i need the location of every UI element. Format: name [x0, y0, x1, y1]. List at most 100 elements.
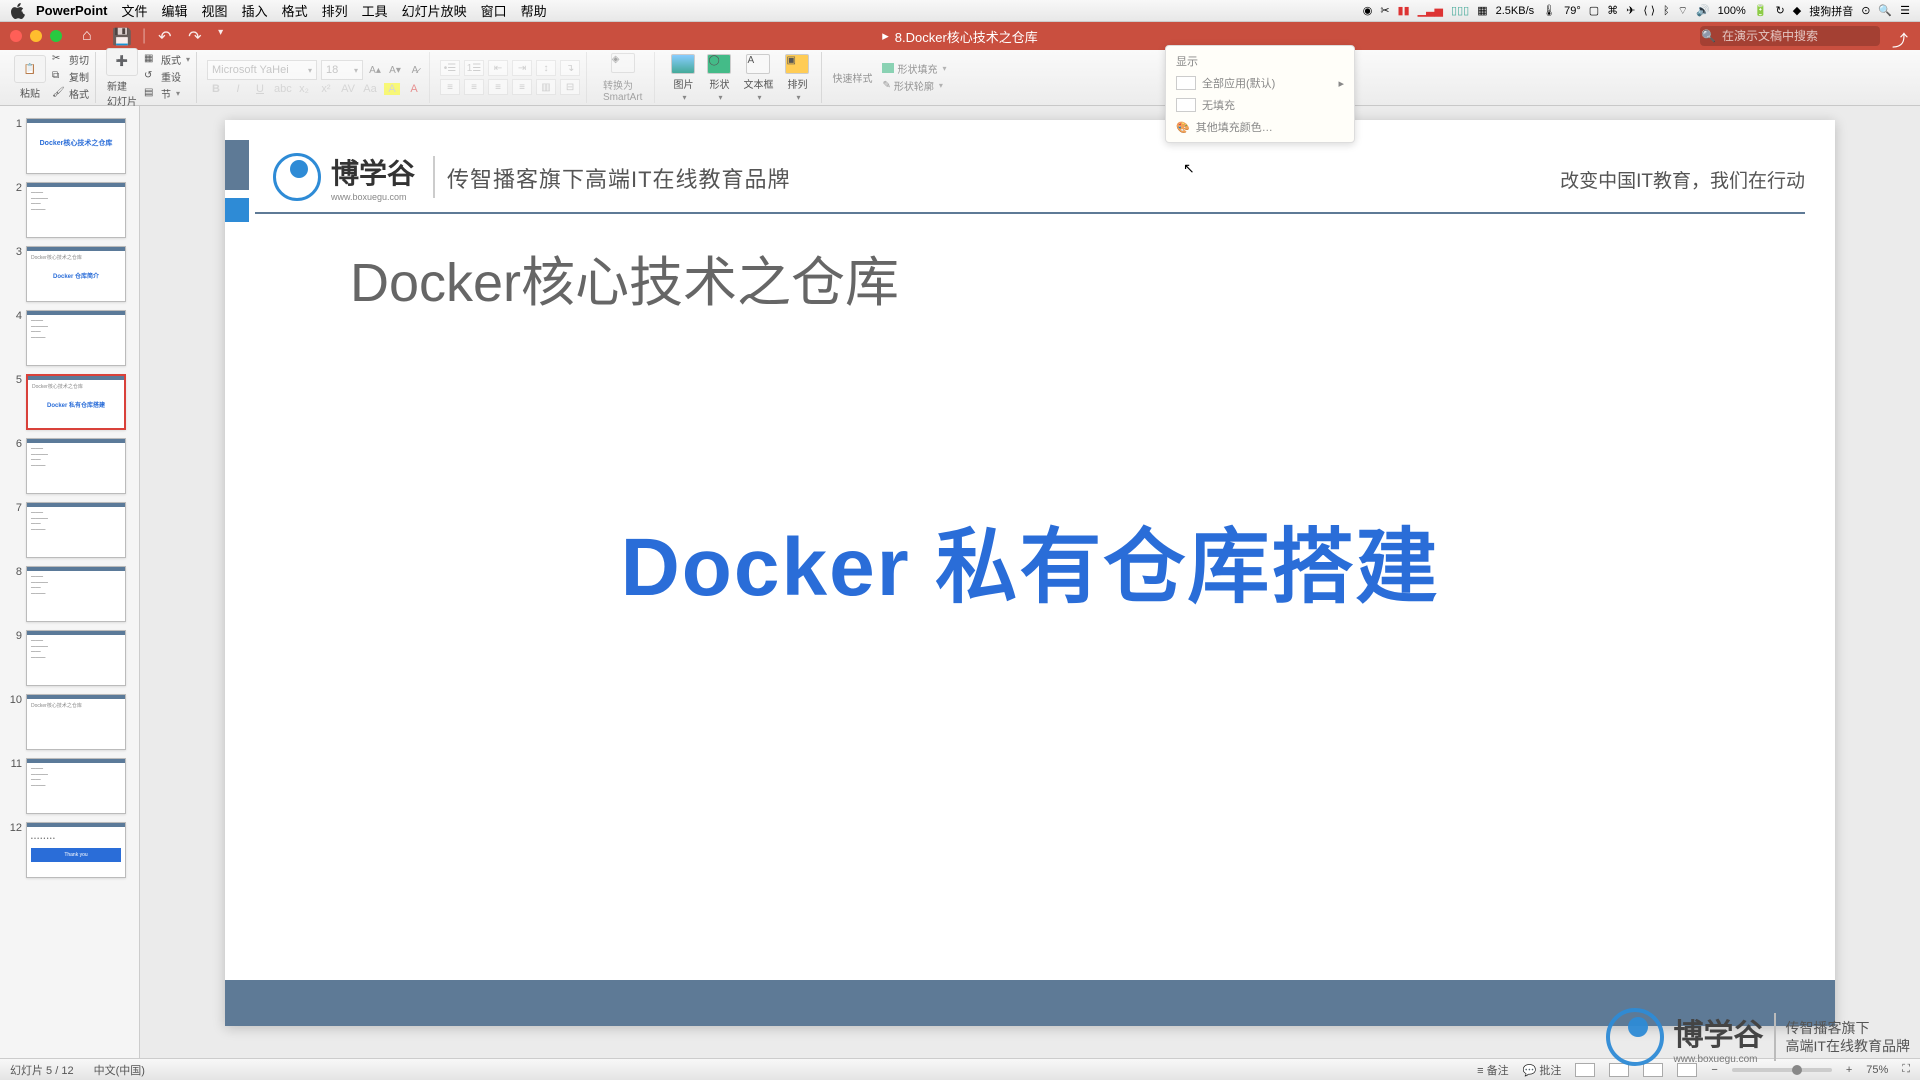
app-name[interactable]: PowerPoint — [36, 3, 108, 18]
thumb-preview[interactable]: ━━━━━━━━━━━━━━━━━━━━━━ — [26, 630, 126, 686]
text-direction-button[interactable]: ↴ — [560, 60, 580, 76]
bold-button[interactable]: B — [208, 83, 224, 95]
popup-item[interactable]: 显示 — [1170, 50, 1350, 72]
language-indicator[interactable]: 中文(中国) — [94, 1062, 145, 1078]
thumb-preview[interactable]: ━━━━━━━━━━━━━━━━━━━━━━ — [26, 182, 126, 238]
scissors-icon[interactable]: ✂ — [1380, 4, 1389, 17]
reset-button[interactable]: ↺重设 — [144, 69, 190, 84]
picture-button[interactable]: 图片▾ — [665, 54, 701, 102]
normal-view-button[interactable] — [1575, 1063, 1595, 1077]
volume-icon[interactable]: 🔊 — [1696, 4, 1710, 17]
thumb-preview[interactable]: Docker核心技术之仓库 — [26, 694, 126, 750]
bars-icon[interactable]: ▯▯▯ — [1451, 4, 1469, 17]
thumbnail-item[interactable]: 9━━━━━━━━━━━━━━━━━━━━━━ — [0, 626, 139, 690]
user-icon[interactable]: ⊙ — [1861, 4, 1870, 17]
font-color-button[interactable]: A — [406, 83, 422, 95]
highlight-button[interactable]: A — [384, 83, 400, 95]
layout-button[interactable]: ▦版式▾ — [144, 52, 190, 67]
align-text-button[interactable]: ⊟ — [560, 79, 580, 95]
slide-thumbnails[interactable]: 1Docker核心技术之仓库2━━━━━━━━━━━━━━━━━━━━━━3Do… — [0, 106, 140, 1058]
thumbnail-item[interactable]: 8━━━━━━━━━━━━━━━━━━━━━━ — [0, 562, 139, 626]
temp-icon[interactable]: 🌡 — [1542, 4, 1556, 17]
shapes-button[interactable]: ◯形状▾ — [701, 54, 737, 102]
line-spacing-button[interactable]: ↕ — [536, 60, 556, 76]
textbox-button[interactable]: A文本框▾ — [737, 54, 779, 102]
quick-style-button[interactable]: 快速样式 — [832, 70, 872, 85]
sup-button[interactable]: x² — [318, 83, 334, 95]
case-button[interactable]: Aa — [362, 83, 378, 95]
thumb-preview[interactable]: • • • • • • • •Thank you — [26, 822, 126, 878]
thumb-preview[interactable]: ━━━━━━━━━━━━━━━━━━━━━━ — [26, 566, 126, 622]
thumbnail-item[interactable]: 1Docker核心技术之仓库 — [0, 114, 139, 178]
menu-edit[interactable]: 编辑 — [162, 1, 188, 20]
align-center-button[interactable]: ≡ — [464, 79, 484, 95]
obs-icon[interactable]: ◉ — [1363, 4, 1373, 17]
code-icon[interactable]: ⟨ ⟩ — [1643, 4, 1655, 17]
decrease-font-button[interactable]: A▾ — [387, 65, 403, 76]
bluetooth-icon[interactable]: ᛒ — [1663, 5, 1670, 17]
menu-format[interactable]: 格式 — [282, 1, 308, 20]
spacing-button[interactable]: AV — [340, 83, 356, 95]
menu-arrange[interactable]: 排列 — [322, 1, 348, 20]
thumb-preview[interactable]: Docker核心技术之仓库Docker 仓库简介 — [26, 246, 126, 302]
sub-button[interactable]: x₂ — [296, 83, 312, 95]
share-icon[interactable]: ⤴ — [1892, 27, 1910, 45]
search-input[interactable] — [1700, 26, 1880, 46]
thumb-preview[interactable]: Docker核心技术之仓库 — [26, 118, 126, 174]
italic-button[interactable]: I — [230, 83, 246, 95]
slide-canvas[interactable]: 博学谷 www.boxuegu.com 传智播客旗下高端IT在线教育品牌 改变中… — [140, 106, 1920, 1058]
menu-insert[interactable]: 插入 — [242, 1, 268, 20]
close-button[interactable] — [10, 30, 22, 42]
thumbnail-item[interactable]: 6━━━━━━━━━━━━━━━━━━━━━━ — [0, 434, 139, 498]
thumb-preview[interactable]: Docker核心技术之仓库Docker 私有仓库搭建 — [26, 374, 126, 430]
section-button[interactable]: ▤节▾ — [144, 86, 190, 101]
clear-format-button[interactable]: A̷ — [407, 65, 423, 76]
bullets-button[interactable]: •☰ — [440, 60, 460, 76]
plane-icon[interactable]: ✈ — [1626, 4, 1635, 17]
thumbnail-item[interactable]: 5Docker核心技术之仓库Docker 私有仓库搭建 — [0, 370, 139, 434]
smartart-button[interactable]: ◈ 转换为 SmartArt — [597, 53, 648, 103]
thumbnail-item[interactable]: 2━━━━━━━━━━━━━━━━━━━━━━ — [0, 178, 139, 242]
redo-icon[interactable]: ↷ — [188, 27, 206, 45]
popup-item[interactable]: 无填充 — [1170, 94, 1350, 116]
minimize-button[interactable] — [30, 30, 42, 42]
chip-icon[interactable]: ▦ — [1477, 4, 1487, 17]
font-selector[interactable]: Microsoft YaHei▾ — [207, 60, 317, 80]
shape-outline-button[interactable]: ✎形状轮廓▾ — [882, 78, 946, 93]
save-icon[interactable]: 💾 — [112, 27, 130, 45]
menu-file[interactable]: 文件 — [122, 1, 148, 20]
record-icon[interactable]: ▮▮ — [1398, 4, 1410, 17]
notes-button[interactable]: ≡ 备注 — [1477, 1062, 1508, 1078]
strike-button[interactable]: abc — [274, 83, 290, 95]
sync-icon[interactable]: ↻ — [1776, 4, 1785, 17]
display-icon[interactable]: ▢ — [1589, 4, 1599, 17]
spotlight-icon[interactable]: 🔍 — [1878, 4, 1892, 17]
size-selector[interactable]: 18▾ — [321, 60, 363, 80]
qa-dropdown-icon[interactable]: ▾ — [218, 27, 236, 45]
comments-button[interactable]: 💬 批注 — [1523, 1062, 1562, 1078]
thumb-preview[interactable]: ━━━━━━━━━━━━━━━━━━━━━━ — [26, 438, 126, 494]
undo-icon[interactable]: ↶ — [158, 27, 176, 45]
thumbnail-item[interactable]: 10Docker核心技术之仓库 — [0, 690, 139, 754]
cut-button[interactable]: ✂剪切 — [52, 52, 89, 67]
thumbnail-item[interactable]: 7━━━━━━━━━━━━━━━━━━━━━━ — [0, 498, 139, 562]
home-icon[interactable]: ⌂ — [82, 27, 100, 45]
numbering-button[interactable]: 1☰ — [464, 60, 484, 76]
increase-font-button[interactable]: A▴ — [367, 65, 383, 76]
thumbnail-item[interactable]: 11━━━━━━━━━━━━━━━━━━━━━━ — [0, 754, 139, 818]
thumbnail-item[interactable]: 4━━━━━━━━━━━━━━━━━━━━━━ — [0, 306, 139, 370]
thumbnail-item[interactable]: 12• • • • • • • •Thank you — [0, 818, 139, 882]
menu-slideshow[interactable]: 幻灯片放映 — [402, 1, 467, 20]
menu-view[interactable]: 视图 — [202, 1, 228, 20]
new-slide-button[interactable]: ➕ — [106, 48, 138, 76]
justify-button[interactable]: ≡ — [512, 79, 532, 95]
wifi-icon[interactable]: ⌔ — [1678, 4, 1688, 18]
maximize-button[interactable] — [50, 30, 62, 42]
thumbnail-item[interactable]: 3Docker核心技术之仓库Docker 仓库简介 — [0, 242, 139, 306]
popup-item[interactable]: 🎨其他填充颜色… — [1170, 116, 1350, 138]
align-right-button[interactable]: ≡ — [488, 79, 508, 95]
paste-button[interactable]: 📋 — [14, 55, 46, 83]
indent-dec-button[interactable]: ⇤ — [488, 60, 508, 76]
ime-label[interactable]: 搜狗拼音 — [1809, 3, 1853, 19]
menu-help[interactable]: 帮助 — [521, 1, 547, 20]
